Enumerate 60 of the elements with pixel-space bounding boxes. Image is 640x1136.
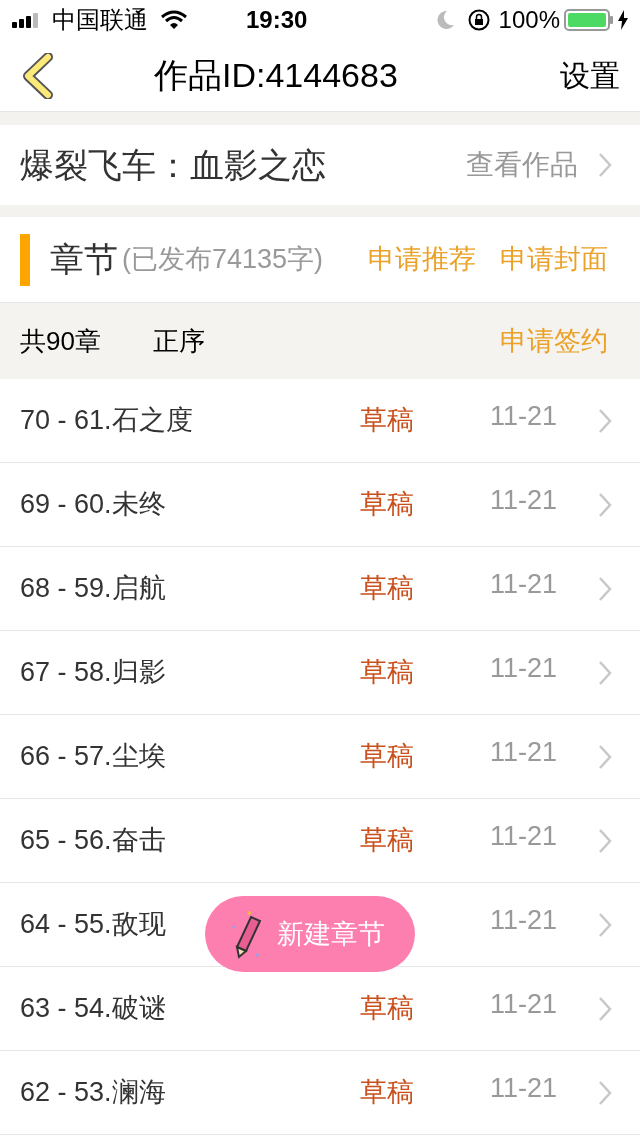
chapter-date: 11-21 <box>490 568 558 602</box>
draft-status: 草稿 <box>360 825 414 856</box>
published-count: (已发布74135字) <box>122 243 324 277</box>
chapter-date: 11-21 <box>490 1072 558 1106</box>
chapter-title: 70 - 61.石之度 <box>20 405 193 436</box>
chevron-right-icon <box>598 743 612 770</box>
chapter-title: 62 - 53.澜海 <box>20 1077 166 1108</box>
wifi-icon <box>160 10 188 30</box>
chapter-title: 64 - 55.敌现 <box>20 909 166 940</box>
chapter-title: 69 - 60.未终 <box>20 489 166 520</box>
carrier-name: 中国联通 <box>52 5 148 35</box>
moon-icon <box>436 10 455 30</box>
clock-time: 19:30 <box>246 5 308 35</box>
chapter-title: 68 - 59.启航 <box>20 573 166 604</box>
chapter-row[interactable]: 69 - 60.未终 草稿 11-21 <box>0 463 640 547</box>
chapter-title: 65 - 56.奋击 <box>20 825 166 856</box>
draft-status: 草稿 <box>360 405 414 436</box>
chapter-title: 66 - 57.尘埃 <box>20 741 166 772</box>
chevron-right-icon <box>598 152 612 178</box>
chapter-date: 11-21 <box>490 736 558 770</box>
chapter-date: 11-21 <box>490 988 558 1022</box>
draft-status: 草稿 <box>360 657 414 688</box>
draft-status: 草稿 <box>360 1077 414 1108</box>
settings-button[interactable]: 设置 <box>560 53 620 98</box>
chapter-date: 11-21 <box>490 484 558 518</box>
chapter-row[interactable]: 67 - 58.归影 草稿 11-21 <box>0 631 640 715</box>
chapter-row[interactable]: 68 - 59.启航 草稿 11-21 <box>0 547 640 631</box>
draft-status: 草稿 <box>360 741 414 772</box>
chevron-right-icon <box>598 827 612 854</box>
chapter-date: 11-21 <box>490 904 558 938</box>
chapter-row[interactable]: 70 - 61.石之度 草稿 11-21 <box>0 379 640 463</box>
chapter-title: 63 - 54.破谜 <box>20 993 166 1024</box>
chapter-date: 11-21 <box>490 652 558 686</box>
back-icon[interactable] <box>20 52 54 99</box>
chapter-row[interactable]: 65 - 56.奋击 草稿 11-21 <box>0 799 640 883</box>
battery-percent: 100% <box>498 5 560 35</box>
accent-bar <box>20 233 30 286</box>
chapter-row[interactable]: 66 - 57.尘埃 草稿 11-21 <box>0 715 640 799</box>
charging-icon <box>618 10 628 30</box>
chapter-row[interactable]: 62 - 53.澜海 草稿 11-21 <box>0 1051 640 1135</box>
book-title: 爆裂飞车：血影之恋 <box>20 144 326 186</box>
chapter-date: 11-21 <box>490 820 558 854</box>
rotation-lock-icon <box>466 8 491 32</box>
chevron-right-icon <box>598 995 612 1022</box>
chevron-right-icon <box>598 1079 612 1106</box>
page-title: 作品ID:4144683 <box>154 55 398 96</box>
chevron-right-icon <box>598 659 612 686</box>
chevron-right-icon <box>598 911 612 938</box>
chapter-title: 67 - 58.归影 <box>20 657 166 688</box>
battery-icon <box>564 9 614 31</box>
sort-button[interactable]: 正序 <box>152 321 205 361</box>
chapter-date: 11-21 <box>490 400 558 434</box>
chevron-right-icon <box>598 575 612 602</box>
section-title: 章节 <box>50 239 118 280</box>
chevron-right-icon <box>598 407 612 434</box>
chapter-count: 共90章 <box>20 324 101 358</box>
draft-status: 草稿 <box>360 489 414 520</box>
draft-status: 草稿 <box>360 573 414 604</box>
chevron-right-icon <box>598 491 612 518</box>
draft-status: 草稿 <box>360 993 414 1024</box>
